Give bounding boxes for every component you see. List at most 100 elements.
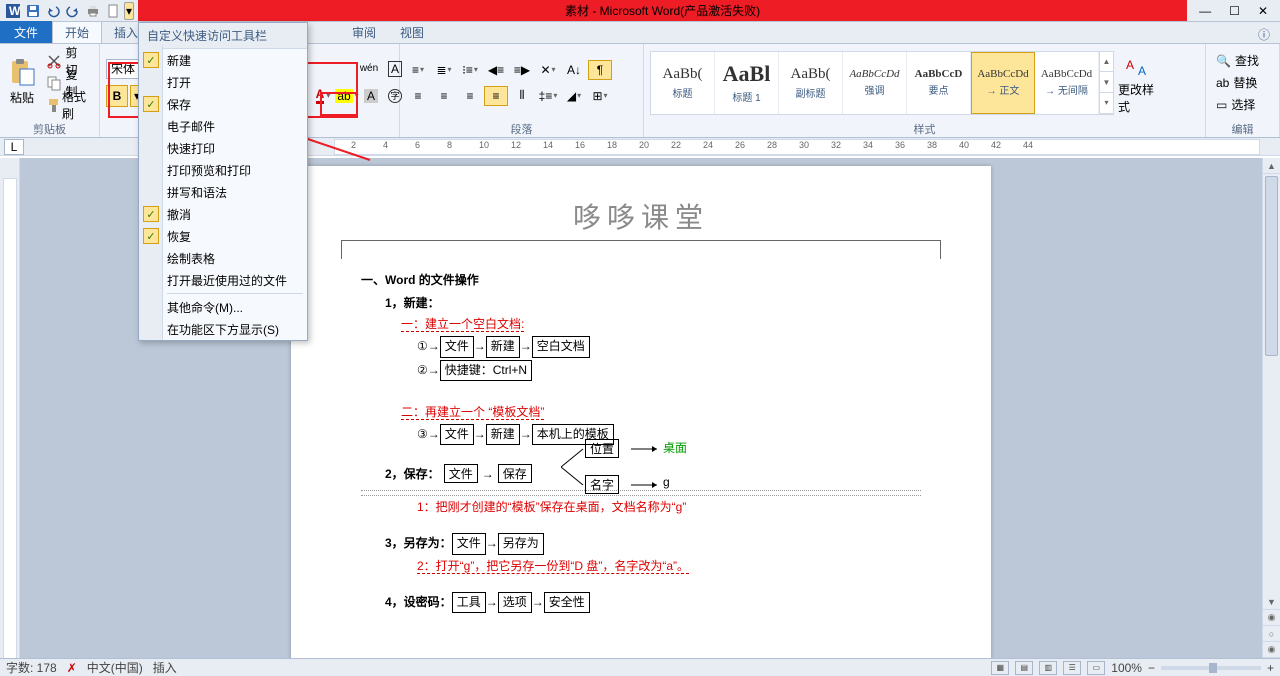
close-button[interactable]: ✕ [1258, 4, 1268, 18]
borders-button[interactable]: ⊞ [588, 86, 612, 106]
menu-item[interactable]: 快速打印 [139, 137, 307, 159]
distributed-button[interactable]: ⫴ [510, 86, 534, 106]
tab-view[interactable]: 视图 [388, 21, 436, 43]
gallery-scroll-btn[interactable]: ▼ [1100, 72, 1113, 93]
zoom-in-button[interactable]: + [1267, 661, 1274, 675]
doc-line: 4，设密码：工具→选项→安全性 [385, 592, 921, 613]
asian-layout-button[interactable]: ✕ [536, 60, 560, 80]
prev-page-button[interactable]: ◉ [1263, 610, 1280, 626]
menu-item[interactable]: ✓保存 [139, 93, 307, 115]
style-item[interactable]: AaBbCcDd→ 正文 [971, 52, 1035, 114]
menu-item[interactable]: 打开 [139, 71, 307, 93]
vertical-ruler[interactable] [0, 158, 20, 658]
style-item[interactable]: AaBbCcD要点 [907, 52, 971, 114]
save-icon[interactable] [24, 2, 42, 20]
minimize-button[interactable]: — [1199, 4, 1211, 18]
language-status[interactable]: 中文(中国) [87, 659, 143, 676]
svg-text:W: W [9, 4, 21, 18]
browse-object-button[interactable]: ○ [1263, 626, 1280, 642]
draft-view[interactable]: ▭ [1087, 661, 1105, 675]
find-button[interactable]: 🔍查找 [1212, 51, 1263, 71]
horizontal-ruler[interactable]: 2468101214161820222426283032343638404244 [334, 139, 1260, 155]
menu-item[interactable]: 打印预览和打印 [139, 159, 307, 181]
qat-customize-dropdown[interactable]: ▾ [124, 2, 134, 20]
group-editing: 🔍查找 ab替换 ▭选择 编辑 [1206, 44, 1280, 137]
change-styles-button[interactable]: AA 更改样式 [1118, 50, 1158, 116]
increase-indent-button[interactable]: ≡▶ [510, 60, 534, 80]
word-icon[interactable]: W [4, 2, 22, 20]
tab-file[interactable]: 文件 [0, 21, 52, 43]
paste-label: 粘贴 [10, 89, 34, 106]
style-item[interactable]: AaBbCcDd→ 无间隔 [1035, 52, 1099, 114]
show-marks-button[interactable]: ¶ [588, 60, 612, 80]
bold-button[interactable]: B [106, 85, 128, 107]
menu-item[interactable]: 绘制表格 [139, 247, 307, 269]
style-item[interactable]: AaBb(标题 [651, 52, 715, 114]
bullets-button[interactable]: ≡ [406, 60, 430, 80]
quick-print-icon[interactable] [84, 2, 102, 20]
multilevel-button[interactable]: ⁝≡ [458, 60, 482, 80]
styles-gallery[interactable]: AaBb(标题AaBl标题 1AaBb(副标题AaBbCcDd强调AaBbCcD… [650, 51, 1114, 115]
ruler-toggle[interactable]: L [4, 139, 24, 155]
ribbon-help-icon[interactable]: ⓘ [1248, 26, 1280, 43]
align-justify-button[interactable]: ≡ [484, 86, 508, 106]
redo-icon[interactable] [64, 2, 82, 20]
menu-item[interactable]: ✓撤消 [139, 203, 307, 225]
doc-line: 二：再建立一个 “模板文档” [401, 405, 544, 420]
word-count[interactable]: 字数: 178 [6, 659, 57, 676]
menu-item[interactable]: 电子邮件 [139, 115, 307, 137]
gallery-scroll-btn[interactable]: ▲ [1100, 52, 1113, 73]
menu-item[interactable]: 拼写和语法 [139, 181, 307, 203]
web-view[interactable]: ▥ [1039, 661, 1057, 675]
menu-item[interactable]: 打开最近使用过的文件 [139, 269, 307, 291]
zoom-out-button[interactable]: − [1148, 661, 1155, 675]
undo-icon[interactable] [44, 2, 62, 20]
align-left-button[interactable]: ≡ [406, 86, 430, 106]
doc-line: 1，新建： [385, 294, 921, 313]
paste-button[interactable]: 粘贴 [6, 50, 38, 116]
outline-view[interactable]: ☰ [1063, 661, 1081, 675]
sort-button[interactable]: A↓ [562, 60, 586, 80]
new-doc-icon[interactable] [104, 2, 122, 20]
tab-home[interactable]: 开始 [52, 21, 102, 43]
maximize-button[interactable]: ☐ [1229, 4, 1240, 18]
numbering-button[interactable]: ≣ [432, 60, 456, 80]
title-bar: W ▾ 素材 - Microsoft Word(产品激活失败) — ☐ ✕ [0, 0, 1280, 22]
scroll-thumb[interactable] [1265, 176, 1278, 356]
fullscreen-view[interactable]: ▤ [1015, 661, 1033, 675]
highlight-color-button[interactable]: ab [336, 86, 358, 106]
select-icon: ▭ [1216, 98, 1227, 112]
phonetic-guide-button[interactable]: wén [358, 59, 380, 79]
style-item[interactable]: AaBbCcDd强调 [843, 52, 907, 114]
menu-item-more-commands[interactable]: 其他命令(M)... [139, 296, 307, 318]
zoom-slider[interactable] [1161, 666, 1261, 670]
style-item[interactable]: AaBl标题 1 [715, 52, 779, 114]
next-page-button[interactable]: ◉ [1263, 642, 1280, 658]
scroll-up-button[interactable]: ▲ [1263, 158, 1280, 174]
window-controls: — ☐ ✕ [1187, 4, 1280, 18]
font-color-button[interactable]: A [312, 86, 334, 106]
align-center-button[interactable]: ≡ [432, 86, 456, 106]
zoom-level[interactable]: 100% [1111, 661, 1142, 675]
spell-check-icon[interactable]: ✗ [67, 661, 77, 675]
format-painter-button[interactable]: 格式刷 [42, 95, 93, 115]
scroll-down-button[interactable]: ▼ [1263, 594, 1280, 610]
shading-button[interactable]: ◢ [562, 86, 586, 106]
select-button[interactable]: ▭选择 [1212, 95, 1263, 115]
print-layout-view[interactable]: ▦ [991, 661, 1009, 675]
align-right-button[interactable]: ≡ [458, 86, 482, 106]
style-item[interactable]: AaBb(副标题 [779, 52, 843, 114]
gallery-scroll-btn[interactable]: ▾ [1100, 93, 1113, 114]
char-shading-button[interactable]: A [360, 86, 382, 106]
tab-review[interactable]: 审阅 [340, 21, 388, 43]
document-page[interactable]: 哆哆课堂 一、Word 的文件操作 1，新建： 一：建立一个空白文档: ①→文件… [291, 166, 991, 658]
replace-button[interactable]: ab替换 [1212, 73, 1263, 93]
group-styles: AaBb(标题AaBl标题 1AaBb(副标题AaBbCcDd强调AaBbCcD… [644, 44, 1206, 137]
menu-item-show-below[interactable]: 在功能区下方显示(S) [139, 318, 307, 340]
decrease-indent-button[interactable]: ◀≡ [484, 60, 508, 80]
menu-item[interactable]: ✓新建 [139, 49, 307, 71]
vertical-scrollbar[interactable]: ▲ ▼ ◉ ○ ◉ [1262, 158, 1280, 658]
line-spacing-button[interactable]: ‡≡ [536, 86, 560, 106]
insert-mode[interactable]: 插入 [153, 659, 177, 676]
menu-item[interactable]: ✓恢复 [139, 225, 307, 247]
